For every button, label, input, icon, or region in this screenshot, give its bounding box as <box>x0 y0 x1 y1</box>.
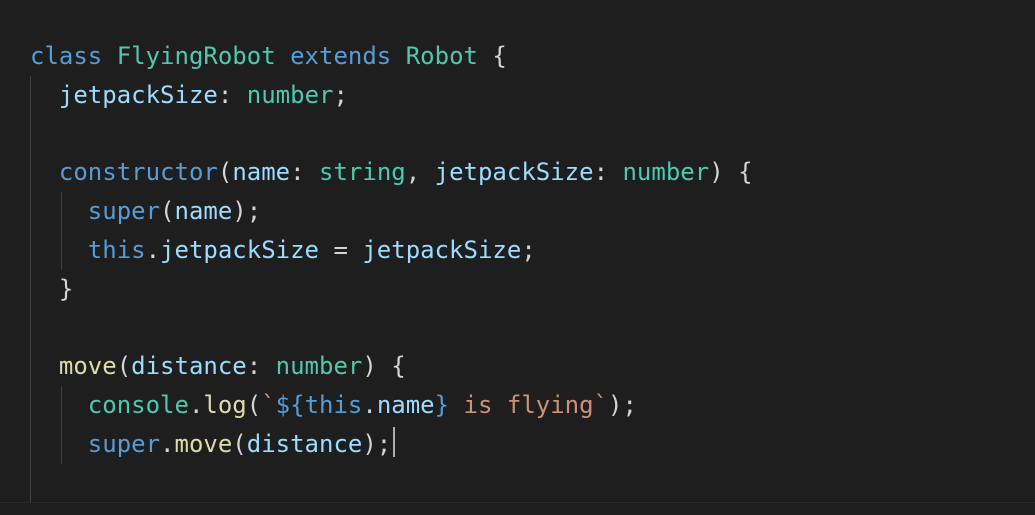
code-token-keyword: this <box>304 391 363 420</box>
code-token-punctuation: ( <box>232 429 247 458</box>
code-token-punctuation: : <box>217 80 247 109</box>
indent-guide <box>30 308 31 348</box>
text-cursor <box>393 426 396 457</box>
code-token-punctuation: ; <box>521 235 536 264</box>
code-token-property: jetpackSize <box>434 158 594 187</box>
code-token-property: name <box>174 197 233 226</box>
code-token-function: move <box>58 352 117 381</box>
code-token-string: is flying` <box>449 391 609 420</box>
editor-bottom-divider <box>0 502 1035 503</box>
indent-guide <box>30 75 31 115</box>
indentation <box>30 469 59 497</box>
indent-guide <box>30 153 31 193</box>
code-token-punctuation: { <box>477 42 507 70</box>
indent-guide <box>30 463 31 503</box>
code-token-keyword: constructor <box>58 158 218 187</box>
code-editor[interactable]: class FlyingRobot extends Robot { jetpac… <box>0 0 1035 515</box>
indentation <box>30 352 59 380</box>
indent-guide <box>30 192 31 231</box>
code-token-function: move <box>174 429 233 458</box>
code-line[interactable]: super.move(distance); <box>30 424 753 464</box>
code-line[interactable] <box>30 463 753 503</box>
code-token-type: Robot <box>405 42 478 70</box>
indentation <box>30 197 88 225</box>
code-line[interactable] <box>30 308 753 348</box>
code-token-punctuation: ); <box>232 197 262 226</box>
code-line[interactable]: jetpackSize: number; <box>30 75 753 115</box>
code-line[interactable]: console.log(`${this.name} is flying`); <box>30 386 753 425</box>
code-token-property: name <box>376 391 435 420</box>
indent-guide <box>30 347 31 387</box>
code-token-punctuation: . <box>160 429 175 458</box>
indent-guide <box>30 269 31 309</box>
code-token-punctuation: , <box>405 158 435 187</box>
code-token-property: distance <box>131 352 247 381</box>
code-token-template-punct: } <box>434 391 450 420</box>
code-token-punctuation: . <box>362 391 377 420</box>
code-line[interactable]: this.jetpackSize = jetpackSize; <box>30 230 753 270</box>
indent-guide <box>61 386 62 425</box>
code-token-punctuation: ( <box>116 352 132 381</box>
code-token-punctuation: . <box>188 391 204 420</box>
code-token-string: ` <box>261 391 276 420</box>
code-token-punctuation <box>391 42 405 70</box>
code-token-punctuation: ) { <box>709 158 753 187</box>
code-token-property: jetpackSize <box>362 235 522 264</box>
code-area[interactable]: class FlyingRobot extends Robot { jetpac… <box>30 37 753 503</box>
indentation <box>30 430 88 458</box>
code-token-type: FlyingRobot <box>116 42 276 70</box>
code-token-punctuation: : <box>246 352 276 381</box>
indentation <box>30 158 59 186</box>
code-token-punctuation: ( <box>246 391 262 420</box>
code-token-punctuation: : <box>290 158 320 187</box>
code-token-type: number <box>275 352 363 381</box>
code-token-punctuation <box>102 42 116 70</box>
code-token-keyword: super <box>87 429 161 458</box>
code-token-function: log <box>203 391 247 420</box>
code-token-keyword: super <box>87 197 161 226</box>
indent-guide <box>30 424 31 464</box>
code-token-punctuation <box>276 42 290 70</box>
indent-guide <box>61 230 62 270</box>
code-token-keyword: class <box>30 42 103 70</box>
code-line[interactable] <box>30 114 753 154</box>
code-line[interactable]: super(name); <box>30 192 753 231</box>
indentation <box>30 236 88 264</box>
code-token-property: jetpackSize <box>58 80 218 109</box>
indent-guide <box>30 386 31 425</box>
code-token-punctuation: ); <box>362 429 392 458</box>
code-token-punctuation: . <box>145 235 161 264</box>
indentation <box>30 81 59 109</box>
code-token-type: console <box>87 391 189 420</box>
code-token-property: distance <box>246 429 363 458</box>
code-token-punctuation: ( <box>160 197 175 226</box>
code-token-template-punct: ${ <box>275 391 305 420</box>
indent-guide <box>30 114 31 154</box>
code-token-type: number <box>246 80 334 109</box>
code-token-punctuation: : <box>593 158 623 187</box>
code-token-type: number <box>622 158 710 187</box>
code-token-property: jetpackSize <box>160 235 319 264</box>
code-token-punctuation: = <box>319 235 363 264</box>
indentation <box>30 391 88 419</box>
code-token-keyword: extends <box>290 42 392 70</box>
code-line[interactable]: class FlyingRobot extends Robot { <box>30 37 753 76</box>
indentation <box>30 120 59 148</box>
code-token-punctuation: ); <box>608 391 637 420</box>
code-token-keyword: this <box>87 235 146 264</box>
indent-guide <box>61 424 62 464</box>
code-token-punctuation: ( <box>217 158 233 187</box>
code-token-punctuation: ; <box>333 80 348 109</box>
code-token-property: name <box>232 158 291 187</box>
code-token-punctuation: } <box>58 274 74 303</box>
indentation <box>30 275 59 303</box>
indent-guide <box>30 230 31 270</box>
code-line[interactable]: } <box>30 269 753 309</box>
indent-guide <box>61 192 62 231</box>
code-token-punctuation: ) { <box>362 352 406 381</box>
code-token-type: string <box>319 158 406 187</box>
indentation <box>30 314 59 342</box>
code-line[interactable]: move(distance: number) { <box>30 347 753 387</box>
code-line[interactable]: constructor(name: string, jetpackSize: n… <box>30 153 753 193</box>
